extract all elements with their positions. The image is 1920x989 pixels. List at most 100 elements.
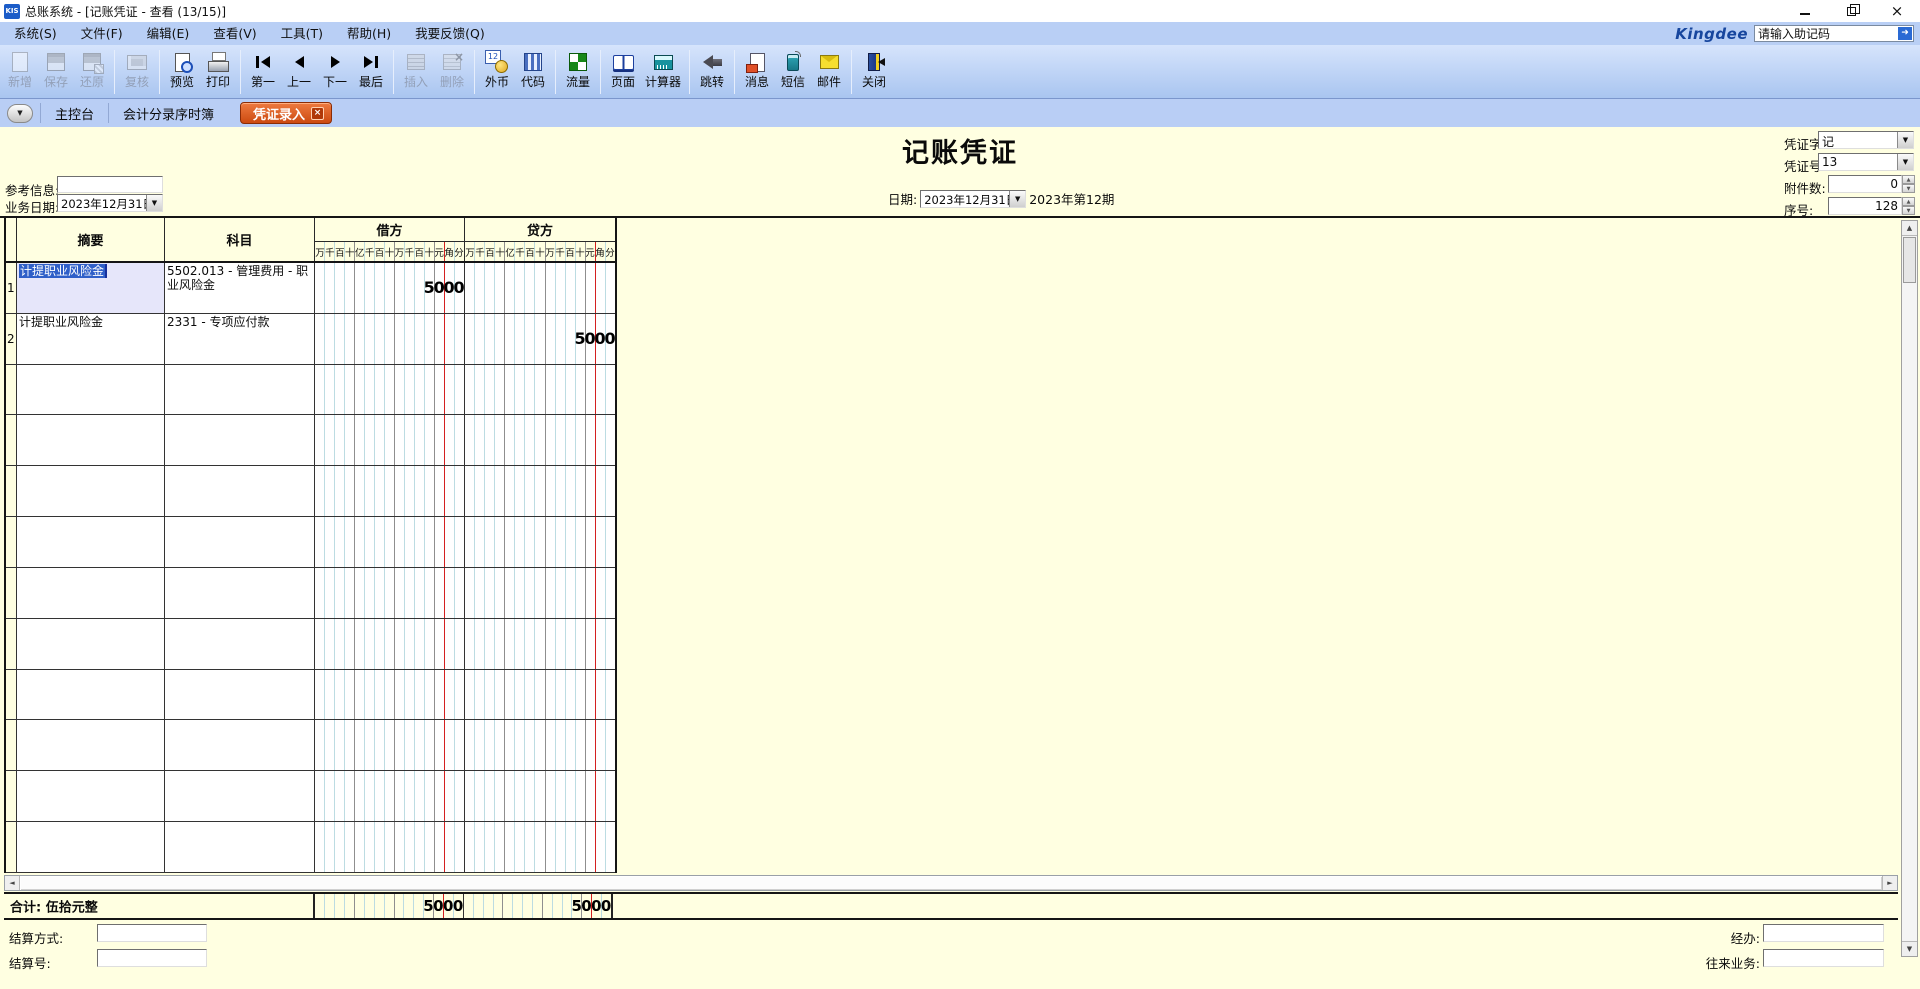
jump-button[interactable]: 跳转 (694, 48, 730, 96)
spin-up-icon[interactable]: ▲ (1902, 175, 1915, 184)
message-button[interactable]: 消息 (739, 48, 775, 96)
chevron-down-icon[interactable]: ▼ (146, 195, 162, 211)
tab-list-dropdown-button[interactable]: ▼ (7, 104, 33, 123)
sequence-stepper[interactable]: ▲▼ (1902, 197, 1915, 215)
debit-amount-cell[interactable] (315, 314, 465, 364)
previous-button[interactable]: 上一 (281, 48, 317, 96)
cash-flow-button[interactable]: 流量 (560, 48, 596, 96)
menu-item[interactable]: 我要反馈(Q) (403, 22, 497, 45)
debit-amount-cell[interactable] (315, 365, 465, 415)
minimize-button[interactable] (1782, 0, 1828, 22)
credit-amount-cell[interactable] (465, 365, 615, 415)
debit-amount-cell[interactable]: 5000 (315, 263, 465, 313)
credit-amount-cell[interactable] (465, 619, 615, 669)
sequence-input[interactable]: 128 (1828, 197, 1902, 215)
chevron-down-icon[interactable]: ▼ (1009, 191, 1025, 207)
account-cell[interactable] (165, 771, 315, 821)
menu-item[interactable]: 工具(T) (269, 22, 335, 45)
business-date-select[interactable]: 2023年12月31日 ▼ (57, 194, 163, 212)
foreign-currency-button[interactable]: 外币 (479, 48, 515, 96)
vertical-scroll-thumb[interactable] (1903, 237, 1916, 283)
calculator-button[interactable]: 计算器 (641, 48, 685, 96)
credit-amount-cell[interactable] (465, 720, 615, 770)
menu-item[interactable]: 查看(V) (201, 22, 268, 45)
settlement-no-input[interactable] (97, 949, 207, 967)
spin-up-icon[interactable]: ▲ (1902, 197, 1915, 206)
account-cell[interactable] (165, 619, 315, 669)
credit-amount-cell[interactable] (465, 771, 615, 821)
summary-cell[interactable] (17, 568, 165, 618)
mnemonic-input[interactable]: 请输入助记码 ➜ (1754, 25, 1914, 42)
menu-item[interactable]: 系统(S) (2, 22, 69, 45)
tab-main-console[interactable]: 主控台 (40, 103, 108, 123)
debit-amount-cell[interactable] (315, 720, 465, 770)
restore-button[interactable] (1828, 0, 1874, 22)
attachments-stepper[interactable]: ▲▼ (1902, 175, 1915, 193)
summary-cell[interactable] (17, 466, 165, 516)
horizontal-scroll-thumb[interactable] (20, 876, 1882, 890)
voucher-number-select[interactable]: 13 ▼ (1818, 153, 1914, 171)
code-button[interactable]: 代码 (515, 48, 551, 96)
spin-down-icon[interactable]: ▼ (1902, 206, 1915, 215)
credit-amount-cell[interactable] (465, 466, 615, 516)
summary-cell[interactable]: 计提职业风险金 (17, 314, 165, 364)
summary-cell[interactable] (17, 771, 165, 821)
debit-amount-cell[interactable] (315, 568, 465, 618)
summary-cell[interactable] (17, 670, 165, 720)
account-cell[interactable] (165, 415, 315, 465)
summary-cell[interactable] (17, 619, 165, 669)
debit-amount-cell[interactable] (315, 619, 465, 669)
close-button[interactable]: × (1874, 0, 1920, 22)
page-button[interactable]: 页面 (605, 48, 641, 96)
summary-cell[interactable]: 计提职业风险金 (17, 263, 165, 313)
next-button[interactable]: 下一 (317, 48, 353, 96)
scroll-down-icon[interactable]: ▼ (1902, 941, 1917, 956)
scroll-left-icon[interactable]: ◄ (5, 876, 20, 890)
account-cell[interactable] (165, 720, 315, 770)
chevron-down-icon[interactable]: ▼ (1897, 154, 1913, 170)
credit-amount-cell[interactable] (465, 517, 615, 567)
summary-cell[interactable] (17, 720, 165, 770)
credit-amount-cell[interactable] (465, 263, 615, 313)
summary-cell[interactable] (17, 365, 165, 415)
menu-item[interactable]: 文件(F) (69, 22, 135, 45)
debit-amount-cell[interactable] (315, 415, 465, 465)
settlement-method-input[interactable] (97, 924, 207, 942)
account-cell[interactable] (165, 365, 315, 415)
credit-amount-cell[interactable] (465, 568, 615, 618)
operator-input[interactable] (1763, 924, 1884, 942)
close-button[interactable]: 关闭 (856, 48, 892, 96)
chevron-down-icon[interactable]: ▼ (1897, 132, 1913, 148)
mail-button[interactable]: 邮件 (811, 48, 847, 96)
account-cell[interactable] (165, 670, 315, 720)
credit-amount-cell[interactable] (465, 822, 615, 872)
summary-cell[interactable] (17, 415, 165, 465)
account-cell[interactable] (165, 517, 315, 567)
spin-down-icon[interactable]: ▼ (1902, 184, 1915, 193)
account-cell[interactable]: 5502.013 - 管理费用 - 职业风险金 (165, 263, 315, 313)
print-button[interactable]: 打印 (200, 48, 236, 96)
menu-item[interactable]: 帮助(H) (335, 22, 403, 45)
debit-amount-cell[interactable] (315, 466, 465, 516)
debit-amount-cell[interactable] (315, 670, 465, 720)
vertical-scrollbar[interactable]: ▲ ▼ (1901, 220, 1918, 957)
debit-amount-cell[interactable] (315, 771, 465, 821)
credit-amount-cell[interactable]: 5000 (465, 314, 615, 364)
sms-button[interactable]: 短信 (775, 48, 811, 96)
tab-close-icon[interactable]: × (311, 107, 324, 120)
tab-voucher-entry[interactable]: 凭证录入× (240, 102, 332, 124)
debit-amount-cell[interactable] (315, 822, 465, 872)
scroll-right-icon[interactable]: ► (1882, 876, 1897, 890)
tab-journal-list[interactable]: 会计分录序时簿 (108, 103, 228, 123)
partner-business-input[interactable] (1763, 949, 1884, 967)
summary-cell[interactable] (17, 822, 165, 872)
first-button[interactable]: 第一 (245, 48, 281, 96)
last-button[interactable]: 最后 (353, 48, 389, 96)
scroll-up-icon[interactable]: ▲ (1902, 221, 1917, 236)
go-arrow-icon[interactable]: ➜ (1898, 27, 1912, 40)
account-cell[interactable] (165, 822, 315, 872)
account-cell[interactable] (165, 568, 315, 618)
summary-cell[interactable] (17, 517, 165, 567)
voucher-word-select[interactable]: 记 ▼ (1818, 131, 1914, 149)
account-cell[interactable]: 2331 - 专项应付款 (165, 314, 315, 364)
